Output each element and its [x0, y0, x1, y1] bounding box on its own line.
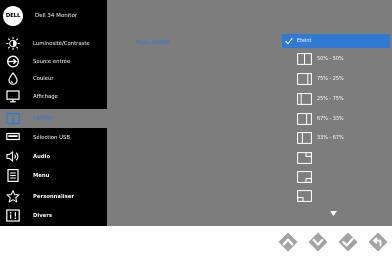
sidebar-item-label: Affichage	[33, 93, 58, 100]
option-pip-bottom-left[interactable]	[282, 189, 390, 203]
check-icon	[285, 37, 293, 45]
sidebar-item-label: Source entrée	[33, 58, 71, 65]
sidebar: DELL Dell 34 Monitor Luminosité/Contrast…	[0, 0, 107, 226]
down-button[interactable]	[308, 232, 328, 252]
sidebar-item-usb[interactable]: Sélection USB	[0, 128, 107, 147]
sidebar-item-label: Luminosité/Contraste	[33, 40, 90, 47]
sidebar-item-pip-pbp[interactable]: PIP/PBP	[0, 109, 107, 128]
usb-icon	[6, 132, 20, 141]
dell-logo: DELL	[3, 6, 23, 26]
brand-header: DELL Dell 34 Monitor	[3, 5, 77, 27]
pip-top-right-icon	[297, 152, 312, 164]
sidebar-item-misc[interactable]: Divers	[0, 206, 107, 225]
submenu-label: Mode PIP/PBP	[136, 40, 170, 46]
sidebar-item-label: Audio	[33, 153, 51, 160]
split-50-50-icon	[297, 53, 312, 65]
option-label: 50% - 50%	[317, 56, 344, 62]
input-source-icon	[7, 55, 19, 68]
sidebar-item-label: Divers	[33, 212, 53, 219]
option-off[interactable]: Eteint	[282, 34, 390, 48]
option-25-75[interactable]: 25% - 75%	[282, 92, 390, 106]
option-50-50[interactable]: 50% - 50%	[282, 52, 390, 66]
sidebar-item-personalize[interactable]: Personnaliser	[0, 187, 107, 206]
osd-panel: DELL Dell 34 Monitor Luminosité/Contrast…	[0, 0, 392, 226]
sidebar-item-brightness[interactable]: Luminosité/Contraste	[0, 34, 107, 53]
option-67-33[interactable]: 67% - 33%	[282, 112, 390, 126]
sidebar-item-color[interactable]: Couleur	[0, 69, 107, 88]
sidebar-item-label: Sélection USB	[33, 134, 70, 141]
sidebar-item-label: Menu	[33, 172, 50, 179]
menu-icon	[7, 169, 19, 182]
split-67-33-icon	[297, 113, 312, 125]
brightness-icon	[6, 37, 20, 50]
star-icon	[6, 190, 20, 203]
option-label: 67% - 33%	[317, 116, 344, 122]
option-label: 33% - 67%	[317, 135, 344, 141]
sidebar-item-display[interactable]: Affichage	[0, 87, 107, 106]
audio-icon	[6, 150, 19, 163]
option-pip-bottom-right[interactable]	[282, 170, 390, 184]
options-list: Eteint 50% - 50% 75% - 25% 25% - 75% 67%…	[282, 34, 390, 220]
pip-bottom-left-icon	[297, 190, 312, 202]
split-33-67-icon	[297, 132, 312, 144]
up-button[interactable]	[278, 232, 298, 252]
option-label: Eteint	[297, 38, 312, 44]
sidebar-item-label: Couleur	[33, 75, 54, 82]
sidebar-item-audio[interactable]: Audio	[0, 147, 107, 166]
split-25-75-icon	[297, 93, 312, 105]
color-icon	[8, 72, 18, 85]
pip-pbp-icon	[6, 112, 20, 125]
monitor-title: Dell 34 Monitor	[35, 13, 78, 19]
option-pip-top-right[interactable]	[282, 151, 390, 165]
misc-icon	[6, 209, 20, 222]
option-75-25[interactable]: 75% - 25%	[282, 72, 390, 86]
pip-bottom-right-icon	[297, 171, 312, 183]
confirm-button[interactable]	[338, 232, 358, 252]
back-button[interactable]	[368, 232, 388, 252]
sidebar-item-label: PIP/PBP	[33, 115, 53, 122]
option-label: 75% - 25%	[317, 76, 344, 82]
sidebar-item-label: Personnaliser	[33, 193, 74, 200]
option-label: 25% - 75%	[317, 96, 344, 102]
split-75-25-icon	[297, 73, 312, 85]
display-icon	[6, 90, 20, 103]
scroll-down-icon[interactable]	[330, 211, 337, 216]
sidebar-item-menu[interactable]: Menu	[0, 166, 107, 185]
option-33-67[interactable]: 33% - 67%	[282, 131, 390, 145]
